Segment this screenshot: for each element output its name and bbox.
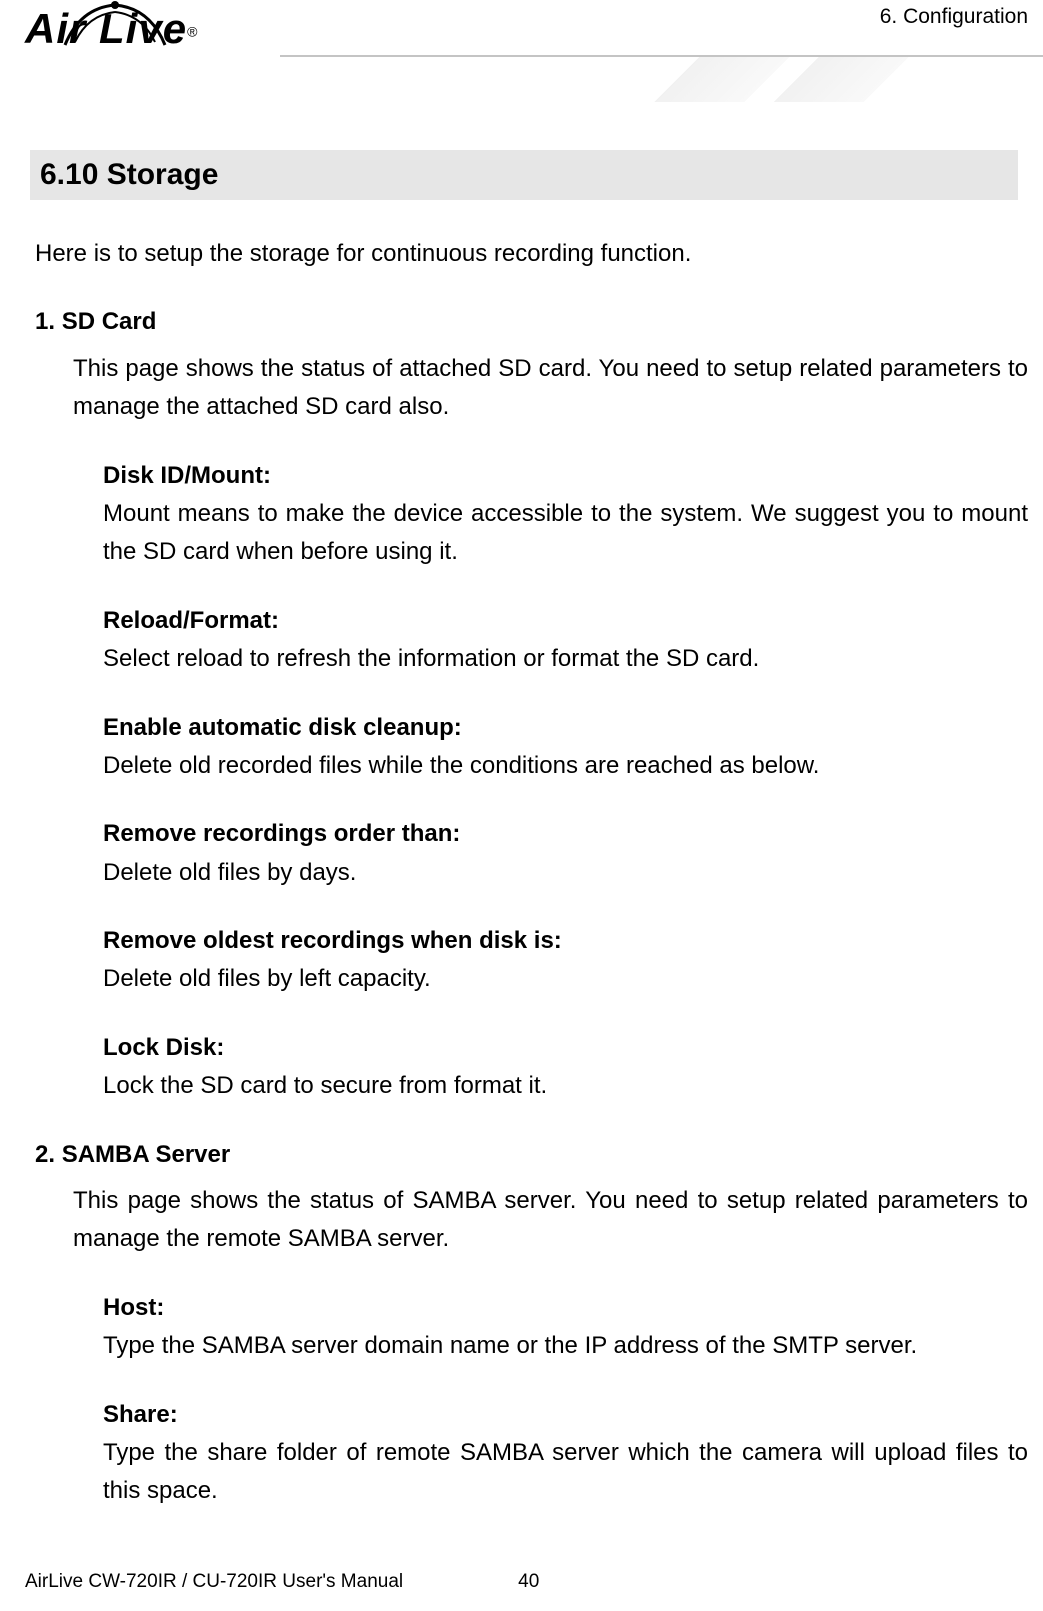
item-sd-card: 1. SD Card [35,303,1028,341]
sub-item-lock-disk: Lock Disk: Lock the SD card to secure fr… [103,1029,1028,1106]
content-area: Here is to setup the storage for continu… [0,200,1043,1511]
sub-title: Enable automatic disk cleanup: [103,709,1028,747]
item-samba-server: 2. SAMBA Server [35,1136,1028,1174]
sub-title: Remove oldest recordings when disk is: [103,922,1028,960]
sub-description: Mount means to make the device accessibl… [103,495,1028,572]
item-title: SAMBA Server [62,1141,231,1168]
page-header: Air Live® 6. Configuration [0,0,1043,130]
sub-description: Select reload to refresh the information… [103,640,1028,678]
item-number: 2. [35,1136,55,1174]
sub-item-disk-mount: Disk ID/Mount: Mount means to make the d… [103,457,1028,572]
sub-item-host: Host: Type the SAMBA server domain name … [103,1289,1028,1366]
item-title: SD Card [62,308,157,335]
sub-item-reload-format: Reload/Format: Select reload to refresh … [103,602,1028,679]
logo-swoosh-icon [60,0,170,50]
registered-icon: ® [187,24,197,40]
item-description: This page shows the status of SAMBA serv… [73,1182,1028,1259]
section-heading: 6.10 Storage [30,150,1018,200]
header-gradient-decoration [490,57,1043,102]
sub-description: Type the SAMBA server domain name or the… [103,1327,1028,1365]
sub-title: Reload/Format: [103,602,1028,640]
item-description: This page shows the status of attached S… [73,350,1028,427]
intro-text: Here is to setup the storage for continu… [35,235,1028,273]
sub-description: Type the share folder of remote SAMBA se… [103,1434,1028,1511]
footer-manual-title: AirLive CW-720IR / CU-720IR User's Manua… [25,1571,403,1593]
sub-description: Lock the SD card to secure from format i… [103,1067,1028,1105]
sub-title: Lock Disk: [103,1029,1028,1067]
item-number: 1. [35,303,55,341]
sub-item-remove-older: Remove recordings order than: Delete old… [103,815,1028,892]
sub-item-remove-oldest: Remove oldest recordings when disk is: D… [103,922,1028,999]
sub-description: Delete old recorded files while the cond… [103,747,1028,785]
sub-title: Remove recordings order than: [103,815,1028,853]
sub-description: Delete old files by days. [103,854,1028,892]
sub-title: Host: [103,1289,1028,1327]
sub-item-auto-cleanup: Enable automatic disk cleanup: Delete ol… [103,709,1028,786]
sub-title: Disk ID/Mount: [103,457,1028,495]
sub-item-share: Share: Type the share folder of remote S… [103,1396,1028,1511]
sub-description: Delete old files by left capacity. [103,960,1028,998]
sub-title: Share: [103,1396,1028,1434]
chapter-label: 6. Configuration [880,5,1028,29]
page-footer: AirLive CW-720IR / CU-720IR User's Manua… [25,1571,1018,1593]
footer-page-number: 40 [518,1571,539,1593]
logo: Air Live® [25,5,197,53]
